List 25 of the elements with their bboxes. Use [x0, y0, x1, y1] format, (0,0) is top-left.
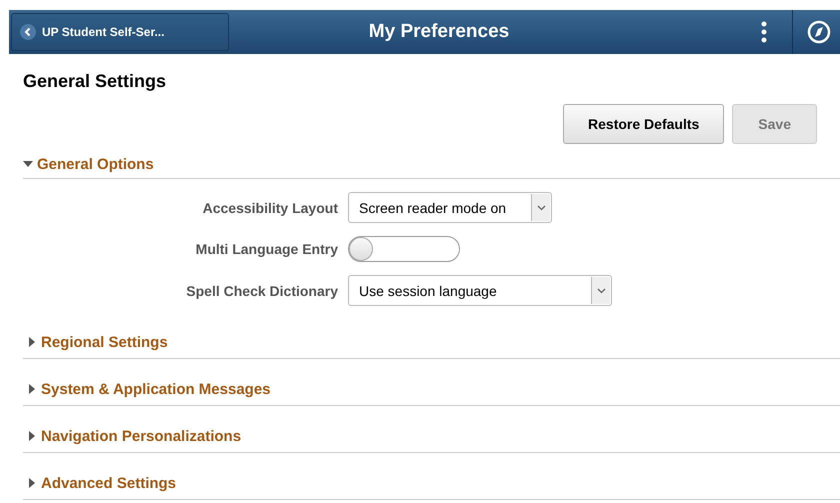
field-label: Accessibility Layout	[202, 200, 338, 216]
caret-icon	[536, 204, 546, 210]
expand-arrow-icon[interactable]	[27, 384, 37, 394]
toggle-switch[interactable]	[348, 236, 460, 262]
back-button[interactable]: UP Student Self-Ser...	[11, 13, 229, 51]
expand-arrow-icon[interactable]	[27, 431, 37, 441]
section-header[interactable]: Advanced Settings	[41, 474, 176, 492]
section-header[interactable]: Regional Settings	[41, 334, 168, 350]
section-header[interactable]: General Options	[37, 156, 154, 172]
caret-icon	[596, 288, 606, 294]
field-label: Multi Language Entry	[194, 241, 338, 257]
back-icon	[20, 24, 36, 40]
dropdown-field[interactable]: Screen reader mode on	[348, 192, 552, 223]
page-header-title: My Preferences	[368, 21, 510, 43]
compass-icon[interactable]	[807, 20, 831, 44]
field-label: Spell Check Dictionary	[185, 282, 338, 298]
collapse-arrow-icon[interactable]	[23, 159, 33, 169]
more-icon[interactable]	[760, 21, 768, 43]
dropdown-field[interactable]: Use session language	[348, 275, 612, 306]
section-header[interactable]: Navigation Personalizations	[41, 428, 242, 444]
expand-arrow-icon[interactable]	[27, 337, 37, 347]
section-header[interactable]: System & Application Messages	[41, 380, 271, 398]
page-title: General Settings	[23, 71, 168, 92]
restore-defaults-button[interactable]: Restore Defaults	[563, 104, 724, 144]
expand-arrow-icon[interactable]	[27, 478, 37, 488]
